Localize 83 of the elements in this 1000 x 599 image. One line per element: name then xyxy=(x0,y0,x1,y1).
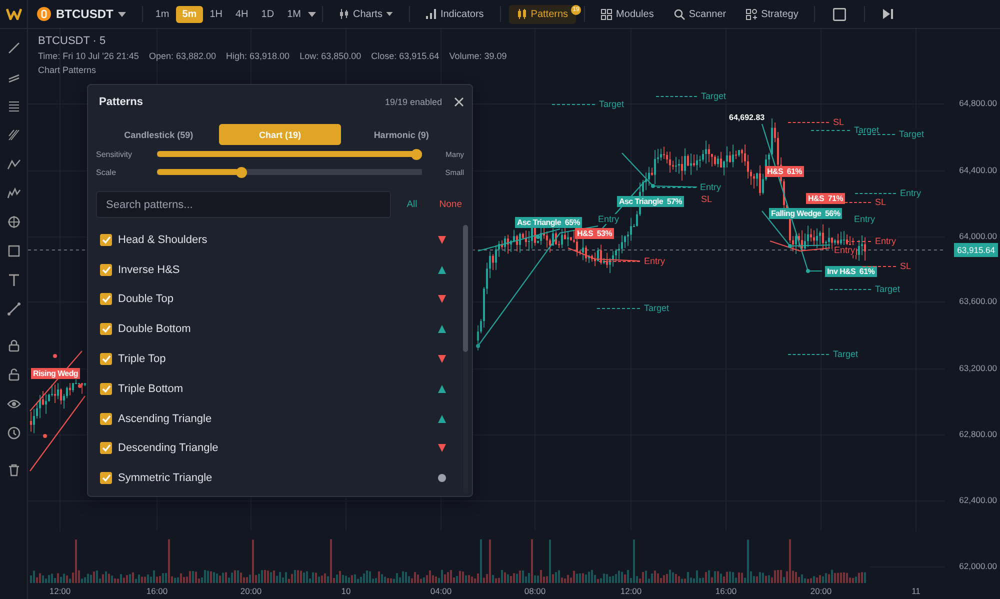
pattern-tag: Inv H&S 61% xyxy=(825,266,877,276)
timeframe-tab[interactable]: 1M xyxy=(281,6,307,22)
level-label: Entry xyxy=(874,236,898,246)
toolbar-button[interactable]: Modules xyxy=(593,4,662,24)
panel-title: Patterns xyxy=(98,96,144,108)
price-tick: 64,400.00 xyxy=(959,165,997,175)
slider-label: Sensitivity xyxy=(96,150,134,158)
toolbar-button[interactable]: Strategy xyxy=(738,4,806,24)
pattern-name: Symmetric Triangle xyxy=(118,472,214,484)
time-tick: 12:00 xyxy=(619,586,643,596)
select-all-link[interactable]: All xyxy=(404,199,420,210)
level-label: SL xyxy=(832,117,846,127)
pattern-name: Descending Triangle xyxy=(118,442,220,454)
symbol-selector[interactable]: BTCUSDT xyxy=(56,7,114,21)
time-tick: 20:00 xyxy=(239,586,263,596)
category-tab[interactable]: Candlestick (59) xyxy=(98,124,220,145)
ohlc-value: Time: Fri 10 Jul '26 21:45 xyxy=(38,51,139,61)
timeframe-tab[interactable]: 1H xyxy=(204,6,228,22)
ohlc-value: High: 63,918.00 xyxy=(226,51,290,61)
pattern-name: Triple Top xyxy=(118,353,167,366)
time-tick: 20:00 xyxy=(809,586,833,596)
level-label: SL xyxy=(700,194,714,204)
price-tick: 62,400.00 xyxy=(959,495,997,505)
level-label: Entry xyxy=(597,214,620,224)
level-label: Target xyxy=(832,349,860,359)
last-price-tag: 63,915.64 xyxy=(954,243,998,257)
pattern-tag: H&S 61% xyxy=(765,166,804,176)
pattern-name: Double Bottom xyxy=(118,323,192,336)
level-label: Target xyxy=(700,91,728,101)
price-tick: 63,600.00 xyxy=(959,296,997,306)
symbol-title: BTCUSDT · 5 xyxy=(38,35,107,47)
pattern-name: Head & Shoulders xyxy=(118,234,208,246)
ohlc-value: Close: 63,915.64 xyxy=(371,51,440,61)
pattern-name: Double Top xyxy=(118,293,174,306)
pattern-tag: Rising Wedg xyxy=(31,368,80,378)
timeframe-tab[interactable]: 1m xyxy=(149,6,176,22)
pattern-tag: Asc Triangle 57% xyxy=(617,196,684,206)
time-tick: 12:00 xyxy=(48,586,72,596)
time-tick: 08:00 xyxy=(523,586,547,596)
enabled-count: 19/19 enabled xyxy=(384,97,442,107)
level-label: Target xyxy=(853,125,880,135)
search-field[interactable]: Search patterns... xyxy=(96,191,391,218)
level-label: Entry xyxy=(699,182,722,192)
level-label: Target xyxy=(898,129,926,139)
timeframe-tab[interactable]: 4H xyxy=(229,6,254,22)
toolbar-button[interactable]: Scanner xyxy=(666,4,734,24)
pattern-tag: H&S 53% xyxy=(575,228,614,238)
price-tick: 64,800.00 xyxy=(959,98,997,108)
level-label: SL xyxy=(899,261,912,271)
select-none-link[interactable]: None xyxy=(437,199,464,210)
level-label: SL xyxy=(874,197,888,207)
pattern-name: Ascending Triangle xyxy=(118,412,213,425)
price-tick: 63,200.00 xyxy=(959,363,997,373)
pattern-tag: Asc Triangle 65% xyxy=(515,216,582,228)
toolbar-button[interactable]: Charts xyxy=(330,4,402,24)
price-tick: 62,000.00 xyxy=(959,561,997,571)
ohlc-value: Open: 63,882.00 xyxy=(148,51,216,61)
price-label: 64,692.83 xyxy=(729,112,765,122)
time-tick: 16:00 xyxy=(714,586,738,596)
time-tick: 04:00 xyxy=(429,586,453,596)
indicator-label: Chart Patterns xyxy=(38,65,98,75)
price-tick: 62,800.00 xyxy=(959,429,997,439)
level-label: Entry xyxy=(899,188,922,198)
category-tab[interactable]: Harmonic (9) xyxy=(340,124,462,145)
level-label: Target xyxy=(598,99,626,109)
ohlc-value: Low: 63,850.00 xyxy=(300,51,362,61)
time-tick: 11 xyxy=(910,586,922,596)
ohlc-value: Volume: 39.09 xyxy=(449,51,507,61)
pattern-tag: H&S 71% xyxy=(806,192,845,204)
level-label: Entry xyxy=(643,256,666,266)
pattern-name: Inverse H&S xyxy=(118,264,181,276)
level-label: Entry xyxy=(833,245,856,255)
toolbar-button[interactable]: Indicators xyxy=(418,4,492,24)
price-tick: 64,000.00 xyxy=(959,231,997,241)
time-tick: 16:00 xyxy=(145,586,169,596)
level-label: Entry xyxy=(853,214,876,224)
pattern-tag: Falling Wedge 56% xyxy=(769,208,842,218)
slider-label: Scale xyxy=(96,168,118,176)
timeframe-tab[interactable]: 1D xyxy=(255,6,280,22)
level-label: Target xyxy=(874,284,902,294)
pattern-name: Triple Bottom xyxy=(118,382,184,395)
time-tick: 10 xyxy=(340,586,352,596)
level-label: Target xyxy=(643,303,670,313)
